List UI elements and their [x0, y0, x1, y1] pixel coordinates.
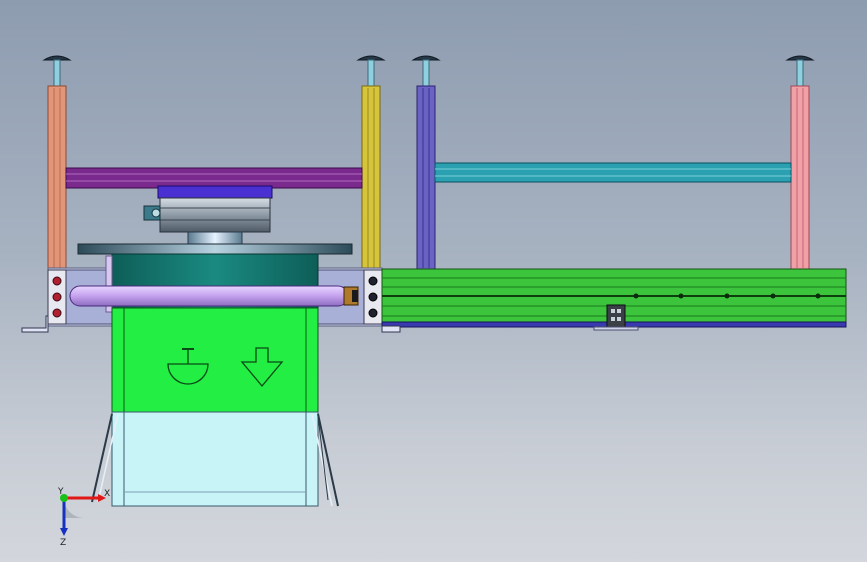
roller: [69, 285, 359, 307]
motor-assembly: [143, 185, 273, 245]
post-right-a: [416, 85, 436, 271]
axis-label-y: Y: [57, 487, 64, 497]
leveling-foot: [356, 55, 386, 87]
leveling-foot: [411, 55, 441, 87]
axis-label-z: Z: [60, 538, 66, 548]
assembly-drawing: X Y Z: [21, 55, 847, 548]
beam-purple: [65, 167, 363, 189]
cad-viewport[interactable]: X Y Z: [0, 0, 867, 562]
post-mid: [361, 85, 381, 271]
beam-teal: [434, 162, 792, 183]
leveling-foot: [785, 55, 815, 87]
leveling-foot: [42, 55, 72, 87]
turntable-disc: [77, 243, 353, 255]
coordinate-triad: [60, 494, 106, 536]
post-right-b: [790, 85, 810, 271]
corner-connector-right: [363, 269, 383, 325]
corner-connector-left: [47, 269, 67, 325]
collection-bin: [111, 411, 319, 507]
hopper-green: [111, 307, 319, 413]
post-left: [47, 85, 67, 271]
axis-label-x: X: [104, 489, 110, 499]
